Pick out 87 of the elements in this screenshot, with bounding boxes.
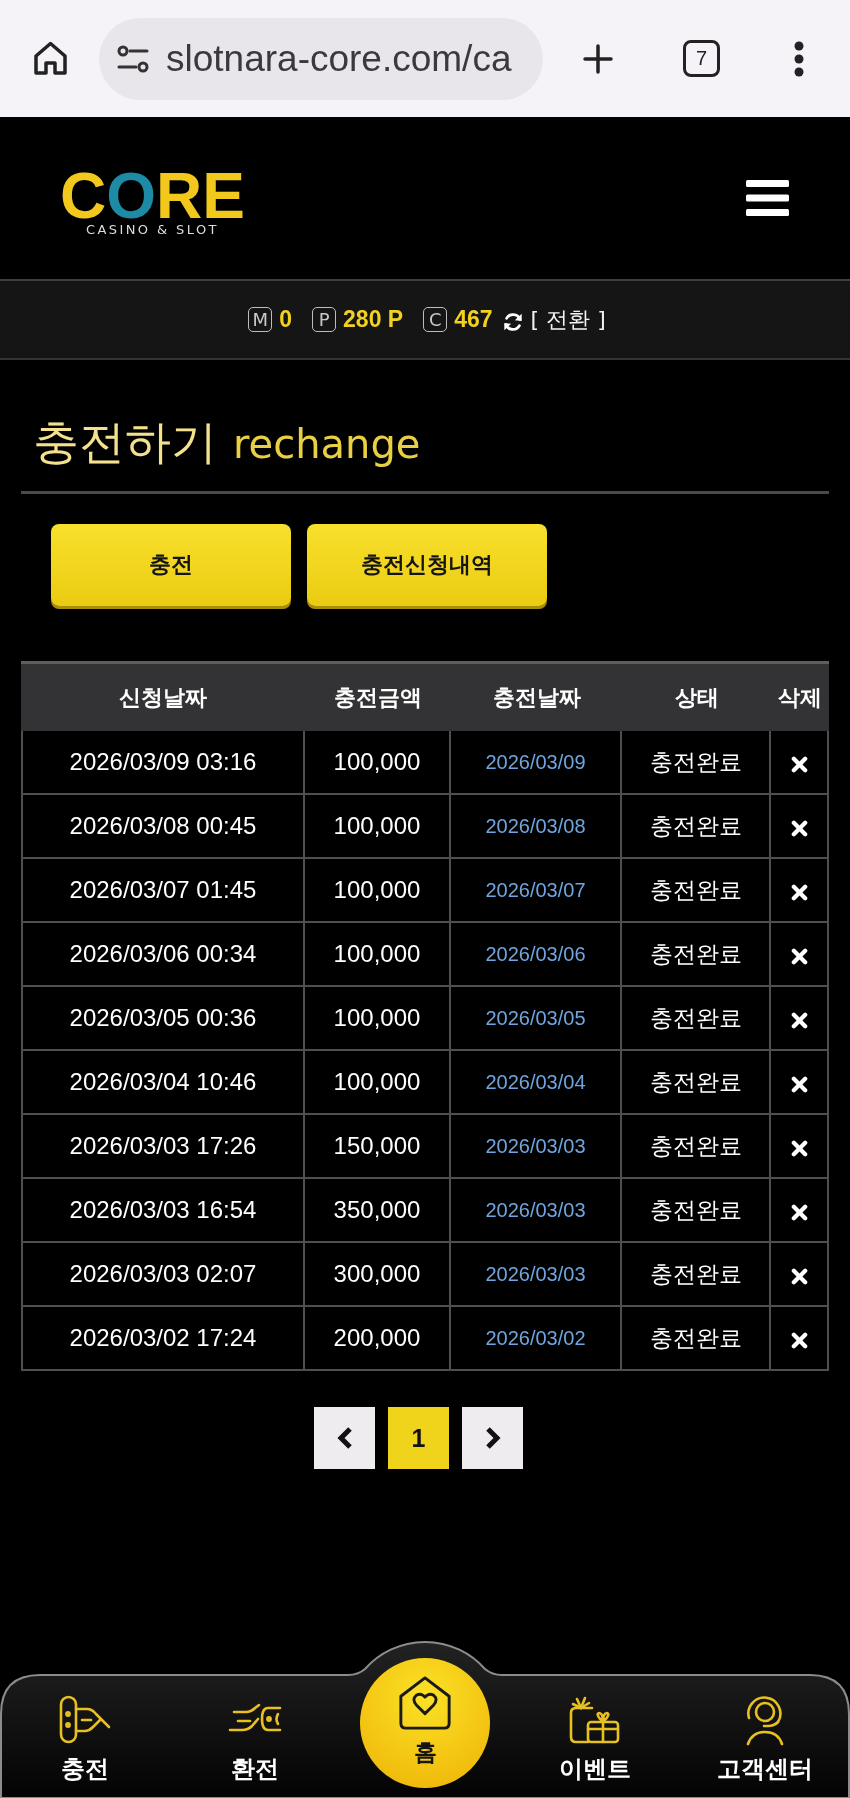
table-cell: 100,000 bbox=[305, 795, 451, 859]
table-cell: 2026/03/09 03:16 bbox=[21, 731, 305, 795]
previous-page-button[interactable] bbox=[314, 1407, 375, 1469]
table-cell: 2026/03/03 16:54 bbox=[21, 1179, 305, 1243]
table-cell: 2026/03/03 bbox=[451, 1243, 622, 1307]
bottom-nav-tab[interactable]: 충전 bbox=[20, 1692, 150, 1784]
sliders-icon[interactable] bbox=[117, 44, 149, 73]
logo-tagline: CASINO & SLOT bbox=[86, 221, 219, 237]
balance-value: 280 P bbox=[343, 306, 404, 333]
table-cell: 충전완료 bbox=[622, 1115, 771, 1179]
page-title: 충전하기 bbox=[33, 414, 217, 471]
menu-icon[interactable] bbox=[746, 180, 789, 216]
table-cell: 2026/03/08 00:45 bbox=[21, 795, 305, 859]
table-cell: 충전완료 bbox=[622, 987, 771, 1051]
url-text: slotnara-core.com/ca bbox=[166, 37, 512, 80]
table-cell: 2026/03/04 10:46 bbox=[21, 1051, 305, 1115]
delete-icon[interactable] bbox=[790, 883, 808, 901]
logo-wordmark[interactable]: CORE bbox=[60, 167, 245, 224]
balance-type-badge: P bbox=[312, 307, 337, 332]
bottom-nav-tab[interactable]: 고객센터 bbox=[700, 1692, 830, 1784]
table-cell: 충전완료 bbox=[622, 1179, 771, 1243]
delete-icon[interactable] bbox=[790, 1139, 808, 1157]
delete-icon[interactable] bbox=[790, 755, 808, 773]
balance-value: 0 bbox=[279, 306, 293, 333]
table-cell: 300,000 bbox=[305, 1243, 451, 1307]
bottom-nav-tab[interactable]: 환전 bbox=[190, 1692, 320, 1784]
table-cell: 2026/03/03 02:07 bbox=[21, 1243, 305, 1307]
table-cell: 2026/03/06 bbox=[451, 923, 622, 987]
column-header: 충전금액 bbox=[305, 661, 451, 731]
table-cell: 충전완료 bbox=[622, 1307, 771, 1371]
delete-icon[interactable] bbox=[790, 1331, 808, 1349]
table-cell: 2026/03/05 bbox=[451, 987, 622, 1051]
table-cell: 100,000 bbox=[305, 987, 451, 1051]
delete-icon[interactable] bbox=[790, 1075, 808, 1093]
table-cell: 2026/03/04 bbox=[451, 1051, 622, 1115]
column-header: 상태 bbox=[622, 661, 771, 731]
next-page-button[interactable] bbox=[462, 1407, 523, 1469]
column-header: 신청날짜 bbox=[21, 661, 305, 731]
table-cell: 100,000 bbox=[305, 923, 451, 987]
table-cell: 2026/03/02 17:24 bbox=[21, 1307, 305, 1371]
table-cell: 2026/03/08 bbox=[451, 795, 622, 859]
table-cell: 2026/03/03 bbox=[451, 1179, 622, 1243]
table-cell: 100,000 bbox=[305, 859, 451, 923]
column-header: 삭제 bbox=[771, 661, 829, 731]
tab-count-button[interactable]: 7 bbox=[683, 40, 720, 77]
table-cell: 충전완료 bbox=[622, 859, 771, 923]
action-button[interactable]: 충전 bbox=[51, 524, 291, 606]
table-cell: 충전완료 bbox=[622, 795, 771, 859]
refresh-icon[interactable] bbox=[501, 310, 524, 333]
delete-icon[interactable] bbox=[790, 1267, 808, 1285]
table-cell: 100,000 bbox=[305, 1051, 451, 1115]
table-cell: 충전완료 bbox=[622, 731, 771, 795]
switch-link[interactable]: [ 전환 ] bbox=[530, 304, 606, 335]
delete-icon[interactable] bbox=[790, 819, 808, 837]
column-header: 충전날짜 bbox=[451, 661, 622, 731]
delete-icon[interactable] bbox=[790, 1203, 808, 1221]
table-cell: 200,000 bbox=[305, 1307, 451, 1371]
table-cell: 2026/03/09 bbox=[451, 731, 622, 795]
bottom-nav-tab[interactable]: 이벤트 bbox=[530, 1692, 660, 1784]
table-cell: 2026/03/03 17:26 bbox=[21, 1115, 305, 1179]
table-cell: 2026/03/06 00:34 bbox=[21, 923, 305, 987]
page-number-button[interactable]: 1 bbox=[388, 1407, 449, 1469]
action-button[interactable]: 충전신청내역 bbox=[307, 524, 547, 606]
balance-type-badge: M bbox=[248, 307, 273, 332]
table-cell: 2026/03/05 00:36 bbox=[21, 987, 305, 1051]
chevron-right-icon bbox=[484, 1426, 501, 1450]
more-options-icon[interactable] bbox=[794, 40, 804, 77]
chevron-left-icon bbox=[336, 1426, 353, 1450]
delete-icon[interactable] bbox=[790, 947, 808, 965]
table-cell: 2026/03/02 bbox=[451, 1307, 622, 1371]
table-cell: 2026/03/07 01:45 bbox=[21, 859, 305, 923]
table-cell: 충전완료 bbox=[622, 923, 771, 987]
balance-type-badge: C bbox=[423, 307, 448, 332]
table-cell: 충전완료 bbox=[622, 1243, 771, 1307]
house-heart-icon bbox=[397, 1675, 453, 1731]
table-cell: 150,000 bbox=[305, 1115, 451, 1179]
delete-icon[interactable] bbox=[790, 1011, 808, 1029]
table-cell: 350,000 bbox=[305, 1179, 451, 1243]
table-cell: 2026/03/03 bbox=[451, 1115, 622, 1179]
page-subtitle: rechange bbox=[233, 420, 421, 469]
home-icon[interactable] bbox=[33, 39, 68, 76]
table-cell: 2026/03/07 bbox=[451, 859, 622, 923]
balance-value: 467 bbox=[454, 306, 493, 333]
address-bar[interactable]: slotnara-core.com/ca bbox=[99, 17, 543, 100]
table-cell: 100,000 bbox=[305, 731, 451, 795]
plus-icon[interactable] bbox=[583, 43, 613, 74]
table-cell: 충전완료 bbox=[622, 1051, 771, 1115]
